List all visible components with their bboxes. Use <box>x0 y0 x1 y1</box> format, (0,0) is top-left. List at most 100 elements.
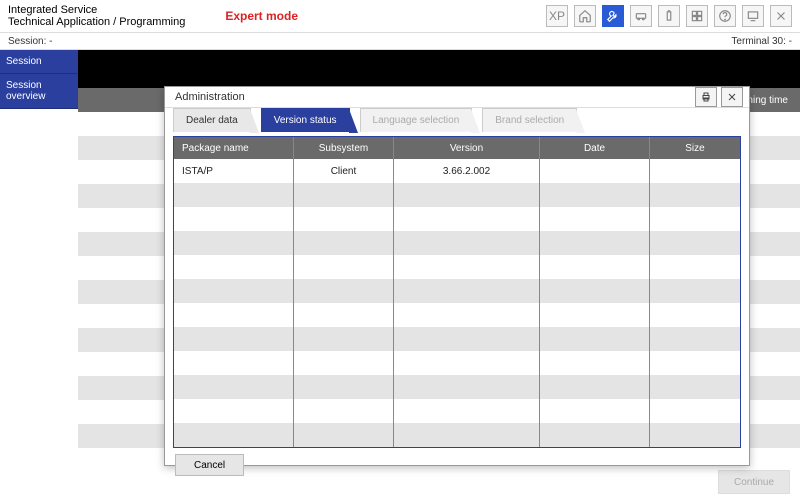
xp-icon[interactable]: XP <box>546 5 568 27</box>
tab-brand-selection: Brand selection <box>482 108 577 132</box>
dialog-tabs: Dealer data Version status Language sele… <box>165 108 749 132</box>
close-icon[interactable] <box>770 5 792 27</box>
cell-date <box>540 183 650 207</box>
table-row[interactable] <box>174 255 740 279</box>
cancel-button[interactable]: Cancel <box>175 454 244 476</box>
table-body: ISTA/PClient3.66.2.002 <box>174 159 740 447</box>
cell-package <box>174 183 294 207</box>
table-row[interactable] <box>174 207 740 231</box>
manage-icon[interactable] <box>686 5 708 27</box>
app-title-line2: Technical Application / Programming <box>8 16 185 28</box>
sidebar-item-session[interactable]: Session <box>0 50 78 74</box>
cell-package <box>174 423 294 447</box>
display-icon[interactable] <box>742 5 764 27</box>
col-subsystem: Subsystem <box>294 137 394 159</box>
col-date: Date <box>540 137 650 159</box>
cell-version <box>394 231 540 255</box>
app-header: Integrated Service Technical Application… <box>0 0 800 32</box>
table-row[interactable] <box>174 399 740 423</box>
table-row[interactable] <box>174 351 740 375</box>
cell-version <box>394 303 540 327</box>
session-bar: Session: - Terminal 30: - <box>0 32 800 50</box>
table-row[interactable] <box>174 327 740 351</box>
cell-size <box>650 159 740 183</box>
col-version: Version <box>394 137 540 159</box>
home-icon[interactable] <box>574 5 596 27</box>
cell-subsystem <box>294 327 394 351</box>
cell-subsystem <box>294 255 394 279</box>
bg-toolbar <box>78 50 800 88</box>
table-row[interactable] <box>174 183 740 207</box>
cell-version <box>394 399 540 423</box>
cell-package <box>174 207 294 231</box>
wrench-icon[interactable] <box>602 5 624 27</box>
cell-date <box>540 327 650 351</box>
battery-icon[interactable] <box>658 5 680 27</box>
cell-date <box>540 159 650 183</box>
cell-version <box>394 255 540 279</box>
table-header: Package name Subsystem Version Date Size <box>174 137 740 159</box>
cell-version <box>394 423 540 447</box>
app-title-line1: Integrated Service <box>8 4 185 16</box>
table-row[interactable] <box>174 279 740 303</box>
col-size: Size <box>650 137 740 159</box>
cell-subsystem <box>294 303 394 327</box>
help-icon[interactable] <box>714 5 736 27</box>
tab-version-status[interactable]: Version status <box>261 108 350 132</box>
dialog-header: Administration <box>165 87 749 108</box>
cell-version <box>394 351 540 375</box>
cell-version <box>394 327 540 351</box>
cell-version: 3.66.2.002 <box>394 159 540 183</box>
cell-size <box>650 279 740 303</box>
cell-size <box>650 303 740 327</box>
cell-subsystem <box>294 351 394 375</box>
cell-package <box>174 303 294 327</box>
table-row[interactable] <box>174 375 740 399</box>
cell-date <box>540 231 650 255</box>
cell-size <box>650 231 740 255</box>
cell-date <box>540 423 650 447</box>
cell-package <box>174 231 294 255</box>
cell-date <box>540 399 650 423</box>
cell-package <box>174 327 294 351</box>
cell-date <box>540 255 650 279</box>
cell-subsystem <box>294 375 394 399</box>
dialog-close-icon[interactable] <box>721 87 743 107</box>
table-row[interactable] <box>174 303 740 327</box>
cell-size <box>650 183 740 207</box>
cell-version <box>394 279 540 303</box>
cell-package <box>174 399 294 423</box>
terminal-label: Terminal 30: - <box>731 36 792 47</box>
cell-package: ISTA/P <box>174 159 294 183</box>
cell-version <box>394 375 540 399</box>
cell-size <box>650 207 740 231</box>
mode-label: Expert mode <box>225 9 298 23</box>
cell-package <box>174 279 294 303</box>
table-row[interactable] <box>174 423 740 447</box>
cell-subsystem: Client <box>294 159 394 183</box>
cell-date <box>540 303 650 327</box>
sidebar-item-session-overview[interactable]: Session overview <box>0 74 78 109</box>
cell-subsystem <box>294 231 394 255</box>
cell-package <box>174 255 294 279</box>
table-row[interactable] <box>174 231 740 255</box>
session-label: Session: - <box>8 36 52 47</box>
vehicle-icon[interactable] <box>630 5 652 27</box>
col-package: Package name <box>174 137 294 159</box>
cell-subsystem <box>294 279 394 303</box>
dialog-body: Package name Subsystem Version Date Size… <box>173 136 741 448</box>
table-row[interactable]: ISTA/PClient3.66.2.002 <box>174 159 740 183</box>
cell-date <box>540 351 650 375</box>
dialog-title: Administration <box>175 91 245 103</box>
dialog-footer: Cancel <box>165 454 749 476</box>
print-icon[interactable] <box>695 87 717 107</box>
cell-subsystem <box>294 183 394 207</box>
cell-package <box>174 375 294 399</box>
tab-dealer-data[interactable]: Dealer data <box>173 108 251 132</box>
cell-version <box>394 183 540 207</box>
cell-size <box>650 399 740 423</box>
admin-dialog: Administration Dealer data Version statu… <box>164 86 750 466</box>
cell-size <box>650 327 740 351</box>
cell-subsystem <box>294 423 394 447</box>
main-area: ramming time Continue Administration Dea… <box>78 50 800 500</box>
